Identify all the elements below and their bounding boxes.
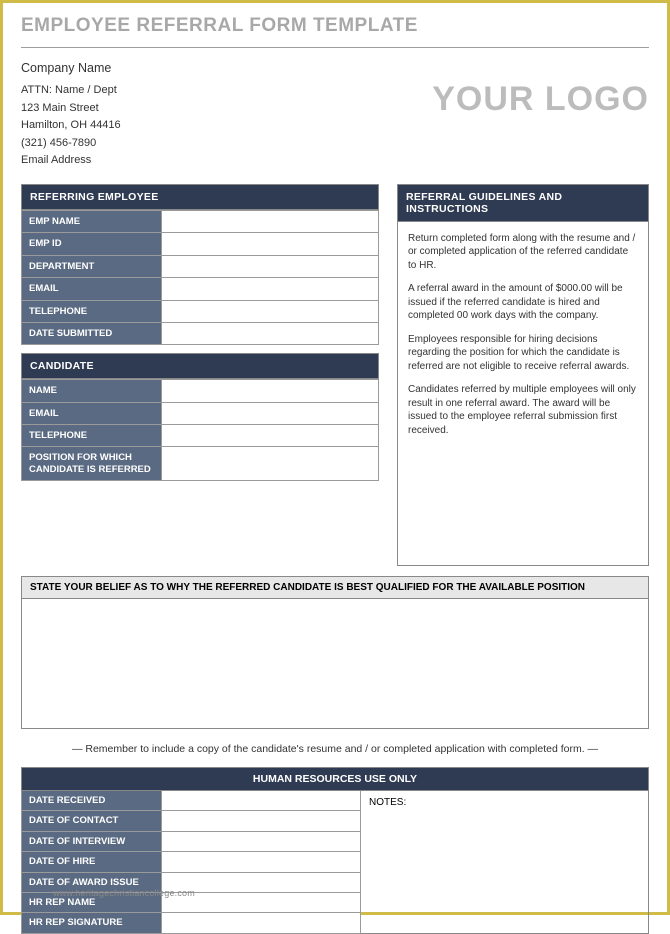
field-label: TELEPHONE <box>22 425 162 447</box>
field-value[interactable] <box>162 233 379 255</box>
field-value[interactable] <box>162 425 379 447</box>
field-value[interactable] <box>162 852 361 872</box>
field-label: TELEPHONE <box>22 300 162 322</box>
guideline-paragraph: A referral award in the amount of $000.0… <box>408 282 638 323</box>
company-name: Company Name <box>21 58 121 78</box>
hr-notes-box[interactable]: NOTES: <box>361 791 649 934</box>
company-block: Company Name ATTN: Name / Dept 123 Main … <box>21 58 121 170</box>
table-row: DATE OF INTERVIEW <box>22 831 361 851</box>
company-street: 123 Main Street <box>21 100 121 118</box>
company-phone: (321) 456-7890 <box>21 135 121 153</box>
table-row: TELEPHONE <box>22 300 379 322</box>
field-value[interactable] <box>162 255 379 277</box>
hr-notes-label: NOTES: <box>369 797 406 808</box>
field-value[interactable] <box>162 402 379 424</box>
field-value[interactable] <box>162 913 361 933</box>
field-value[interactable] <box>162 791 361 811</box>
table-row: DATE OF HIRE <box>22 852 361 872</box>
field-label: DATE RECEIVED <box>22 791 162 811</box>
table-row: TELEPHONE <box>22 425 379 447</box>
field-value[interactable] <box>162 210 379 232</box>
belief-header: STATE YOUR BELIEF AS TO WHY THE REFERRED… <box>21 576 649 599</box>
table-row: DEPARTMENT <box>22 255 379 277</box>
field-label: HR REP SIGNATURE <box>22 913 162 933</box>
candidate-header: CANDIDATE <box>21 353 379 379</box>
field-label: EMP NAME <box>22 210 162 232</box>
field-value[interactable] <box>162 447 379 481</box>
table-row: DATE OF CONTACT <box>22 811 361 831</box>
field-label: EMAIL <box>22 278 162 300</box>
page-title: EMPLOYEE REFERRAL FORM TEMPLATE <box>21 15 649 37</box>
field-value[interactable] <box>162 380 379 402</box>
field-label: DATE OF CONTACT <box>22 811 162 831</box>
field-label: DATE OF HIRE <box>22 852 162 872</box>
table-row: EMP ID <box>22 233 379 255</box>
guidelines-box: Return completed form along with the res… <box>397 222 649 566</box>
field-value[interactable] <box>162 322 379 344</box>
guideline-paragraph: Candidates referred by multiple employee… <box>408 383 638 437</box>
table-row: DATE SUBMITTED <box>22 322 379 344</box>
guideline-paragraph: Return completed form along with the res… <box>408 232 638 273</box>
table-row: HR REP SIGNATURE <box>22 913 361 933</box>
hr-header: HUMAN RESOURCES USE ONLY <box>21 767 649 791</box>
field-label: EMAIL <box>22 402 162 424</box>
guidelines-header: REFERRAL GUIDELINES AND INSTRUCTIONS <box>397 184 649 222</box>
field-label: EMP ID <box>22 233 162 255</box>
table-row: EMAIL <box>22 278 379 300</box>
table-row: EMP NAME <box>22 210 379 232</box>
table-row: DATE RECEIVED <box>22 791 361 811</box>
table-row: NAME <box>22 380 379 402</box>
reminder-text: — Remember to include a copy of the cand… <box>21 743 649 755</box>
field-value[interactable] <box>162 278 379 300</box>
guideline-paragraph: Employees responsible for hiring decisio… <box>408 333 638 374</box>
referring-header: REFERRING EMPLOYEE <box>21 184 379 210</box>
field-value[interactable] <box>162 811 361 831</box>
company-city: Hamilton, OH 44416 <box>21 117 121 135</box>
company-email: Email Address <box>21 152 121 170</box>
table-row: POSITION FOR WHICH CANDIDATE IS REFERRED <box>22 447 379 481</box>
field-label: POSITION FOR WHICH CANDIDATE IS REFERRED <box>22 447 162 481</box>
referring-table: EMP NAME EMP ID DEPARTMENT EMAIL TELEPHO… <box>21 210 379 345</box>
company-attn: ATTN: Name / Dept <box>21 82 121 100</box>
field-label: DATE OF INTERVIEW <box>22 831 162 851</box>
field-label: DATE SUBMITTED <box>22 322 162 344</box>
field-value[interactable] <box>162 300 379 322</box>
watermark: www.heritagechristiancollege.com <box>53 888 195 898</box>
candidate-table: NAME EMAIL TELEPHONE POSITION FOR WHICH … <box>21 379 379 481</box>
hr-table: DATE RECEIVED DATE OF CONTACT DATE OF IN… <box>21 791 361 934</box>
field-label: DEPARTMENT <box>22 255 162 277</box>
title-rule <box>21 47 649 48</box>
belief-textarea[interactable] <box>21 599 649 729</box>
table-row: EMAIL <box>22 402 379 424</box>
logo-placeholder: YOUR LOGO <box>432 80 649 119</box>
field-value[interactable] <box>162 831 361 851</box>
field-label: NAME <box>22 380 162 402</box>
